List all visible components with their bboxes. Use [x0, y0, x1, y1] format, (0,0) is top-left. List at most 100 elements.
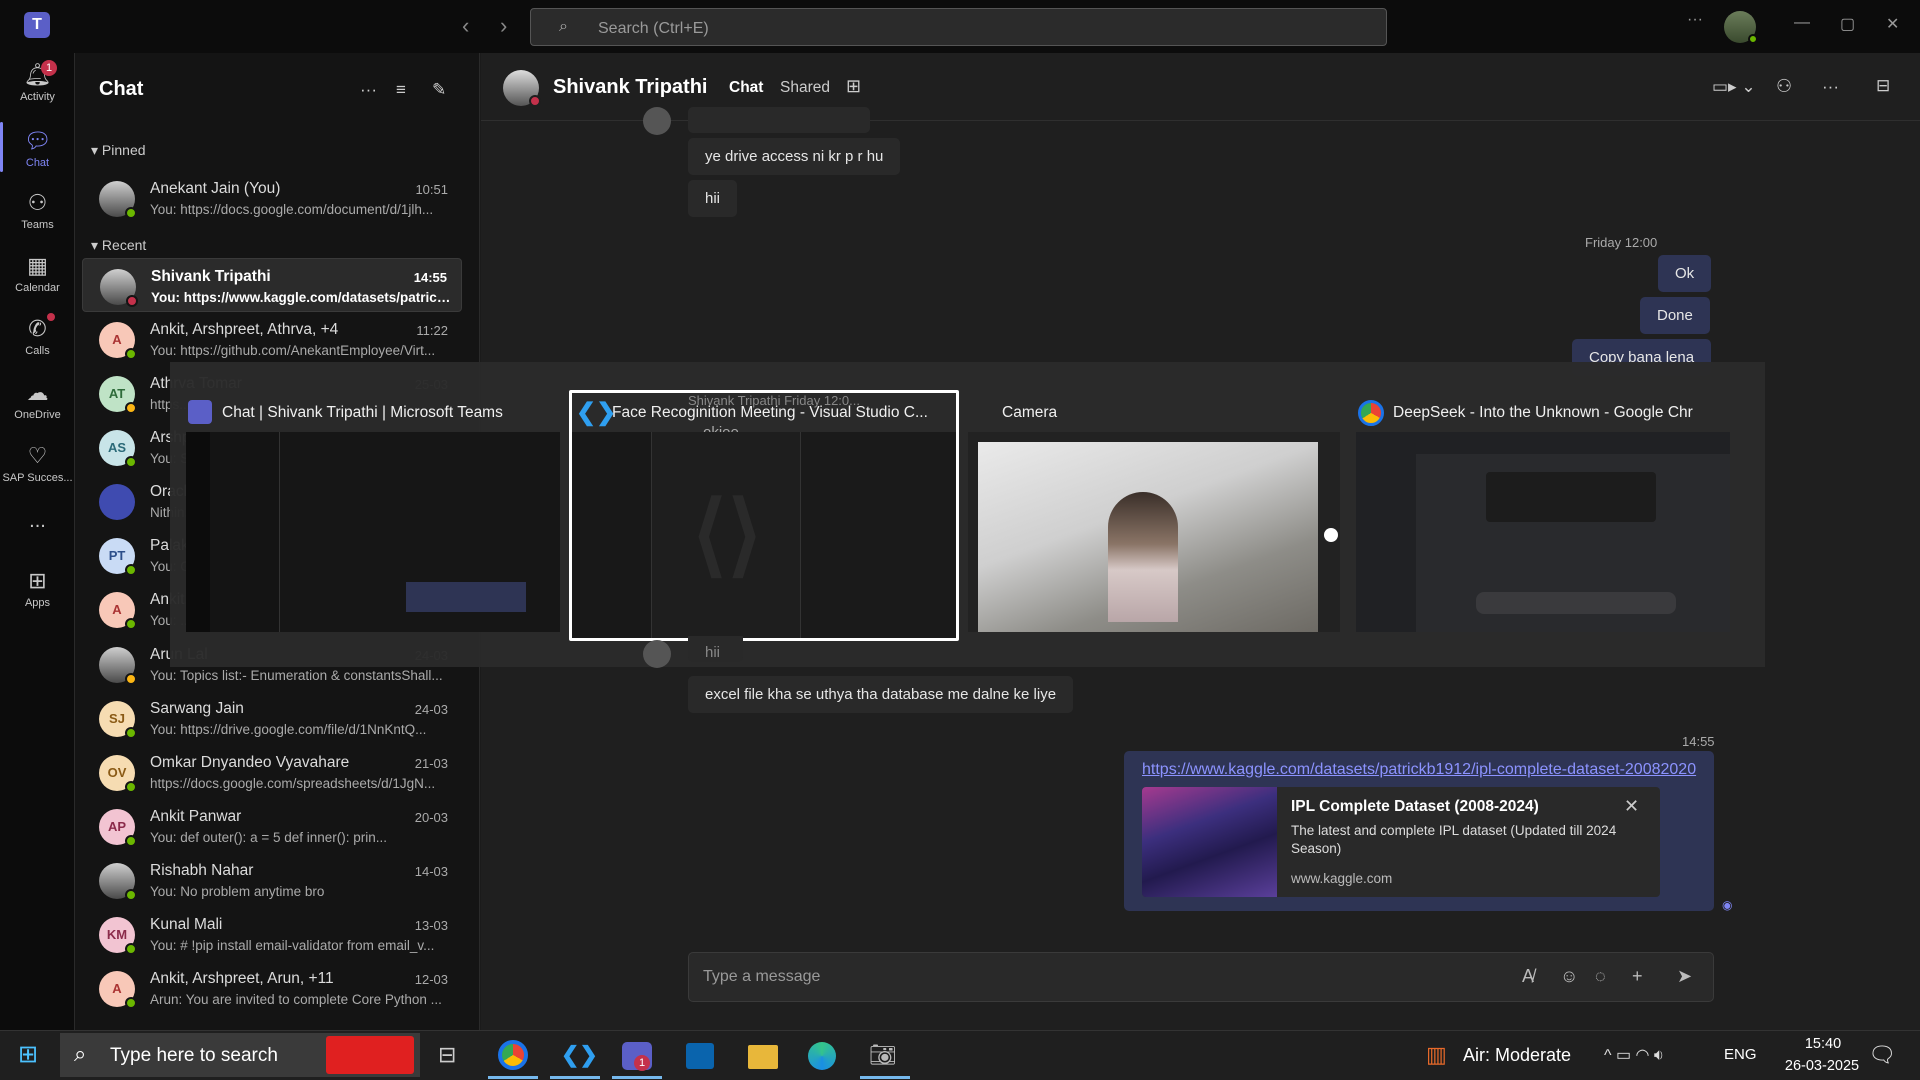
maximize-icon[interactable]: ▢: [1840, 14, 1855, 34]
avatar: A: [99, 322, 137, 360]
pinned-header[interactable]: ▾ Pinned: [91, 142, 146, 159]
close-window-icon[interactable]: ✕: [1886, 14, 1899, 34]
message-link[interactable]: https://www.kaggle.com/datasets/patrickb…: [1142, 761, 1696, 779]
attach-plus-icon[interactable]: +: [1632, 966, 1643, 987]
link-preview-image: [1142, 787, 1277, 897]
more-icon[interactable]: ···: [360, 80, 377, 100]
item-time: 10:51: [415, 182, 448, 197]
chat-list-item[interactable]: OV Omkar Dnyandeo Vyavahare 21-03 https://d…: [82, 745, 462, 799]
avatar-initials: AT: [108, 386, 126, 401]
message-bubble: excel file kha se uthya tha database me …: [688, 676, 1074, 713]
message-preview: You: https://drive.google.com/file/d/1Nn…: [150, 722, 427, 737]
chat-list-item[interactable]: KM Kunal Mali 13-03 You: # !pip install ema…: [82, 907, 462, 961]
chat-list-item[interactable]: A Ankit, Arshpreet, Athrva, +4 11:22 You: h…: [82, 312, 462, 366]
back-arrow-icon[interactable]: ‹: [462, 13, 469, 39]
edge-taskbar-icon[interactable]: [808, 1042, 836, 1070]
avatar: PT: [99, 538, 137, 576]
seen-icon: ◉: [1722, 898, 1733, 912]
air-quality-icon: ▥: [1426, 1042, 1447, 1067]
file-explorer-taskbar-icon[interactable]: [748, 1045, 778, 1069]
presence-status: [125, 618, 137, 630]
message-preview: You: def outer(): a = 5 def inner(): pri…: [150, 830, 388, 845]
windows-start-icon[interactable]: ⊞: [18, 1040, 38, 1069]
card-domain: www.kaggle.com: [1291, 871, 1393, 886]
avatar: [99, 484, 135, 520]
camera-window-thumbnail[interactable]: [968, 432, 1340, 632]
chat-list-item[interactable]: Rishabh Nahar 14-03 You: No problem anytim…: [82, 853, 462, 907]
chat-list-item[interactable]: A Ankit, Arshpreet, Arun, +11 12-03 Arun: Y…: [82, 961, 462, 1015]
tab-shared[interactable]: Shared: [780, 79, 830, 97]
vscode-icon: ❮❯: [576, 399, 617, 426]
rail-more[interactable]: ...: [0, 510, 75, 533]
add-tab-icon[interactable]: ⊞: [846, 76, 861, 97]
forward-arrow-icon[interactable]: ›: [500, 13, 507, 39]
teams-icon: ⚇: [27, 190, 48, 215]
contact-name: Omkar Dnyandeo Vyavahare: [150, 754, 350, 771]
contact-name: Kunal Mali: [150, 916, 223, 933]
language-indicator[interactable]: ENG: [1724, 1046, 1757, 1063]
presence-status: [125, 943, 137, 955]
filter-icon[interactable]: ≡: [396, 80, 406, 100]
presence-status: [125, 207, 137, 219]
camera-app-icon: [970, 400, 994, 424]
teams-window-thumbnail[interactable]: [186, 432, 560, 632]
vscode-taskbar-icon[interactable]: ❮❯: [561, 1042, 598, 1068]
avatar: KM: [99, 917, 137, 955]
timestamp: 14:55: [1682, 734, 1715, 749]
emoji-icon[interactable]: ☺: [1560, 966, 1578, 987]
rail-calendar[interactable]: ▦ Calendar: [0, 253, 75, 294]
format-icon[interactable]: A̸: [1522, 966, 1534, 987]
rail-activity[interactable]: 🔔︎ Activity: [0, 62, 75, 103]
rail-chat[interactable]: 💬︎ Chat: [0, 128, 75, 169]
chat-list-item[interactable]: Shivank Tripathi 14:55 You: https://www.ka…: [82, 258, 462, 312]
vscode-running-indicator: [550, 1076, 600, 1079]
teams-app-icon: [188, 400, 212, 424]
weather-text[interactable]: Air: Moderate: [1463, 1045, 1571, 1066]
avatar-initials: A: [112, 602, 122, 617]
close-preview-icon[interactable]: ✕: [1624, 796, 1639, 817]
outlook-taskbar-icon[interactable]: [686, 1043, 714, 1069]
card-title: IPL Complete Dataset (2008-2024): [1291, 798, 1539, 815]
item-time: 20-03: [414, 810, 448, 825]
tray-icons[interactable]: ^ ▭ ◠ 🔉︎: [1604, 1045, 1664, 1065]
presence-status: [125, 673, 137, 685]
avatar: A: [99, 592, 137, 630]
search-input[interactable]: ⌕ Search (Ctrl+E): [530, 8, 1387, 46]
chrome-window-thumbnail[interactable]: [1356, 432, 1730, 632]
loop-icon[interactable]: ◌: [1595, 966, 1606, 987]
task-view-icon[interactable]: ⊟: [438, 1042, 456, 1068]
rail-teams[interactable]: ⚇ Teams: [0, 190, 75, 231]
new-chat-icon[interactable]: ✎: [432, 80, 446, 100]
rail-calls[interactable]: ✆ Calls: [0, 316, 75, 357]
send-icon[interactable]: ➤: [1677, 966, 1692, 987]
clock-time[interactable]: 15:40: [1788, 1036, 1858, 1052]
presence-status: [126, 295, 138, 307]
rail-sap[interactable]: ♡ SAP Succes...: [0, 443, 75, 484]
tab-chat[interactable]: Chat: [729, 79, 763, 97]
item-time: 13-03: [414, 918, 448, 933]
rail-onedrive[interactable]: ☁ OneDrive: [0, 380, 75, 421]
minimize-icon[interactable]: —: [1794, 14, 1810, 32]
open-panel-icon[interactable]: ⊟: [1876, 76, 1890, 96]
vscode-window-thumbnail[interactable]: ⟨⟩: [572, 432, 956, 638]
chat-list-item[interactable]: Anekant Jain (You) 10:51 You: https://docs…: [82, 171, 462, 225]
contact-name: Shivank Tripathi: [553, 76, 708, 98]
chat-list-item[interactable]: SJ Sarwang Jain 24-03 You: https://drive.go…: [82, 691, 462, 745]
notifications-icon[interactable]: 🗨︎: [1868, 1042, 1896, 1068]
message-bubble: hii: [688, 180, 738, 217]
camera-taskbar-icon[interactable]: 📷︎: [869, 1042, 897, 1068]
clock-date[interactable]: 26-03-2025: [1776, 1058, 1868, 1074]
people-icon[interactable]: ⚇: [1776, 76, 1792, 97]
contact-name: Rishabh Nahar: [150, 862, 254, 879]
rail-apps[interactable]: ⊞ Apps: [0, 568, 75, 609]
message-preview: You: # !pip install email-validator from…: [150, 938, 435, 953]
chrome-taskbar-icon[interactable]: [498, 1040, 528, 1070]
more-options-icon[interactable]: ···: [1687, 11, 1703, 29]
phone-icon: ✆: [28, 316, 47, 341]
avatar: OV: [99, 755, 137, 793]
chrome-app-icon: [1358, 400, 1384, 426]
recent-header[interactable]: ▾ Recent: [91, 237, 146, 254]
chat-list-item[interactable]: AP Ankit Panwar 20-03 You: def outer(): a =…: [82, 799, 462, 853]
video-call-icon[interactable]: ▭▸ ⌄: [1712, 77, 1756, 97]
more-chat-options-icon[interactable]: ···: [1822, 77, 1839, 97]
